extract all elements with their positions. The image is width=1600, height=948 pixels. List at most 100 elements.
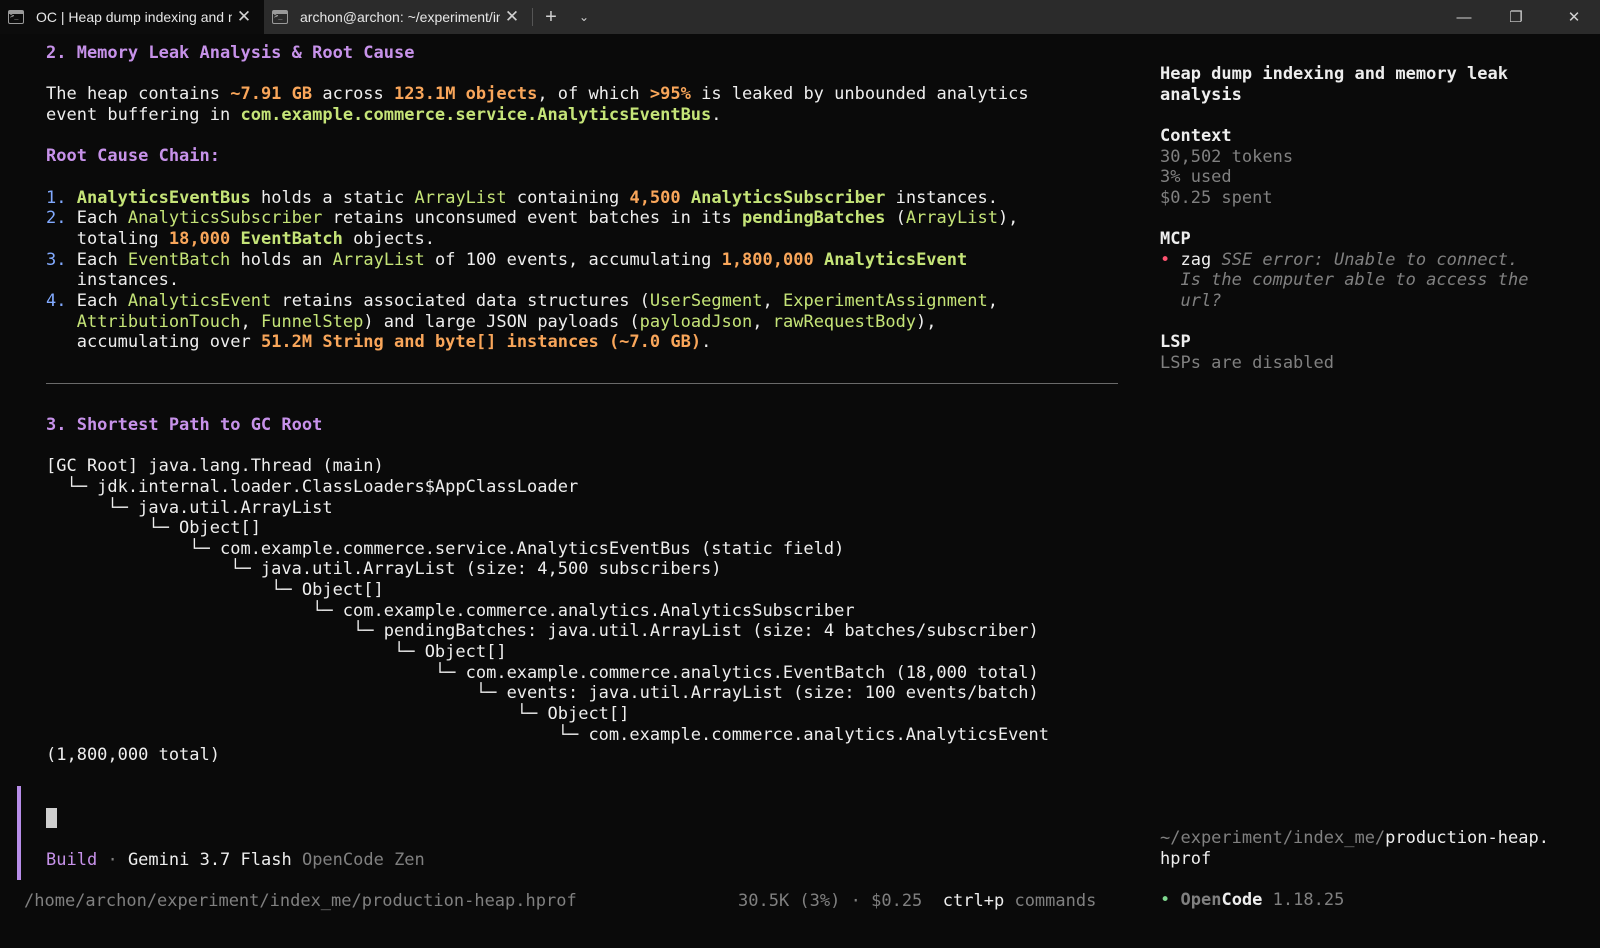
class-name: AnalyticsSubscriber	[690, 188, 886, 208]
list-number: 4.	[46, 291, 67, 311]
path-file: production-heap.	[1385, 828, 1549, 848]
prompt-input-cursor[interactable]	[46, 808, 57, 828]
count: 1,800,000	[721, 250, 814, 270]
count: 18,000	[168, 229, 231, 249]
list-item: 2. Each AnalyticsSubscriber retains unco…	[46, 208, 1018, 229]
tree-line: └─ java.util.ArrayList (size: 4,500 subs…	[46, 559, 722, 579]
tab-shell[interactable]: archon@archon: ~/experiment/index_me ✕	[264, 0, 532, 34]
text	[230, 229, 240, 249]
minimize-button[interactable]: —	[1438, 0, 1490, 34]
tree-line: └─ com.example.commerce.analytics.Analyt…	[46, 725, 1050, 745]
text: Each	[76, 291, 128, 311]
text: ) and large JSON payloads (	[363, 312, 640, 332]
tree-line: └─ Object[]	[46, 704, 630, 724]
context-used: 3% used	[1160, 167, 1232, 187]
text: instances.	[885, 188, 998, 208]
session-title: Heap dump indexing and memory leak	[1160, 64, 1508, 84]
text	[814, 250, 824, 270]
mcp-error: url?	[1160, 291, 1221, 312]
provider-name: OpenCode Zen	[301, 850, 425, 870]
text: across	[312, 84, 395, 104]
list-item-continuation: totaling 18,000 EventBatch objects.	[46, 229, 435, 250]
field-name: pendingBatches	[742, 208, 886, 228]
intro-line-1: The heap contains ~7.91 GB across 123.1M…	[46, 84, 1029, 105]
agent-mode[interactable]: Build	[46, 850, 97, 870]
section-heading: 2. Memory Leak Analysis & Root Cause	[46, 43, 415, 63]
count: 51.2M String and byte[] instances (~7.0 …	[260, 332, 702, 352]
text: instances.	[76, 270, 180, 290]
mcp-error-text: url?	[1180, 291, 1222, 311]
code-term: FunnelStep	[260, 312, 364, 332]
lsp-label: LSP	[1160, 332, 1191, 352]
code-term: AttributionTouch	[76, 312, 241, 332]
shortcut-key[interactable]: ctrl+p	[943, 891, 1004, 911]
section-heading: 3. Shortest Path to GC Root	[46, 415, 323, 435]
context-tokens: 30,502 tokens	[1160, 147, 1294, 167]
tab-title: archon@archon: ~/experiment/index_me	[300, 9, 500, 25]
text: .	[711, 105, 722, 125]
tree-line: └─ Object[]	[46, 580, 384, 600]
tree-line: └─ jdk.internal.loader.ClassLoaders$AppC…	[46, 477, 579, 497]
context-spent: $0.25 spent	[1160, 188, 1273, 208]
usage-status: 30.5K (3%) · $0.25 ctrl+p commands	[738, 891, 1096, 912]
mcp-server: • zag SSE error: Unable to connect.	[1160, 250, 1518, 271]
list-number: 3.	[46, 250, 67, 270]
separator: ·	[850, 891, 861, 911]
code-term: UserSegment	[649, 291, 763, 311]
tree-line: └─ com.example.commerce.service.Analytic…	[46, 539, 845, 559]
code-term: AnalyticsEvent	[127, 291, 272, 311]
close-tab-icon[interactable]: ✕	[232, 7, 256, 27]
text: of 100 events, accumulating	[424, 250, 722, 270]
tree-line: └─ java.util.ArrayList	[46, 498, 333, 518]
error-dot-icon: •	[1160, 250, 1171, 270]
text: ,	[762, 291, 783, 311]
brand-code: Code	[1221, 890, 1263, 910]
text: ),	[916, 312, 937, 332]
text: Each	[76, 250, 128, 270]
class-name: AnalyticsEventBus	[76, 188, 251, 208]
list-item-continuation: accumulating over 51.2M String and byte[…	[46, 332, 712, 353]
file-path: hprof	[1160, 849, 1212, 869]
text: holds a static	[250, 188, 415, 208]
list-number: 1.	[46, 188, 67, 208]
tree-line: [GC Root] java.lang.Thread (main)	[46, 456, 384, 476]
list-item: 1. AnalyticsEventBus holds a static Arra…	[46, 188, 998, 209]
text: ,	[987, 291, 998, 311]
shortcut-label: commands	[1014, 891, 1097, 911]
close-icon: ✕	[1567, 9, 1581, 26]
terminal-icon	[8, 10, 24, 24]
close-tab-icon[interactable]: ✕	[500, 7, 524, 27]
separator: ·	[107, 850, 118, 870]
session-title: analysis	[1160, 85, 1242, 105]
list-item-continuation: AttributionTouch, FunnelStep) and large …	[46, 312, 937, 333]
mcp-error-text: Is the computer able to access the	[1180, 270, 1529, 290]
maximize-button[interactable]: ❐	[1490, 0, 1542, 34]
maximize-icon: ❐	[1509, 9, 1523, 26]
brand-open: Open	[1180, 890, 1222, 910]
path-dir: ~/experiment/index_me/	[1160, 828, 1386, 848]
list-item: 4. Each AnalyticsEvent retains associate…	[46, 291, 998, 312]
text: , of which	[537, 84, 650, 104]
tab-opencode[interactable]: OC | Heap dump indexing and memory leak …	[0, 0, 264, 34]
new-tab-button[interactable]: +	[533, 0, 569, 34]
mcp-label: MCP	[1160, 229, 1191, 249]
code-term: ExperimentAssignment	[783, 291, 988, 311]
class-name: AnalyticsEvent	[823, 250, 968, 270]
horizontal-divider	[46, 383, 1118, 384]
list-item-continuation: instances.	[46, 270, 179, 291]
text	[681, 188, 691, 208]
tree-line: (1,800,000 total)	[46, 745, 220, 765]
code-term: rawRequestBody	[772, 312, 917, 332]
close-window-button[interactable]: ✕	[1548, 0, 1600, 34]
tab-dropdown-button[interactable]: ⌄	[569, 0, 599, 34]
tree-line: └─ com.example.commerce.analytics.EventB…	[46, 663, 1039, 683]
model-name[interactable]: Gemini 3.7 Flash	[128, 850, 292, 870]
text: totaling	[76, 229, 169, 249]
code-term: ArrayList	[414, 188, 507, 208]
text: ,	[240, 312, 261, 332]
text: holds an	[230, 250, 333, 270]
text: ),	[997, 208, 1019, 228]
code-term: ArrayList	[332, 250, 425, 270]
text: ,	[752, 312, 773, 332]
minimize-icon: —	[1456, 8, 1472, 26]
